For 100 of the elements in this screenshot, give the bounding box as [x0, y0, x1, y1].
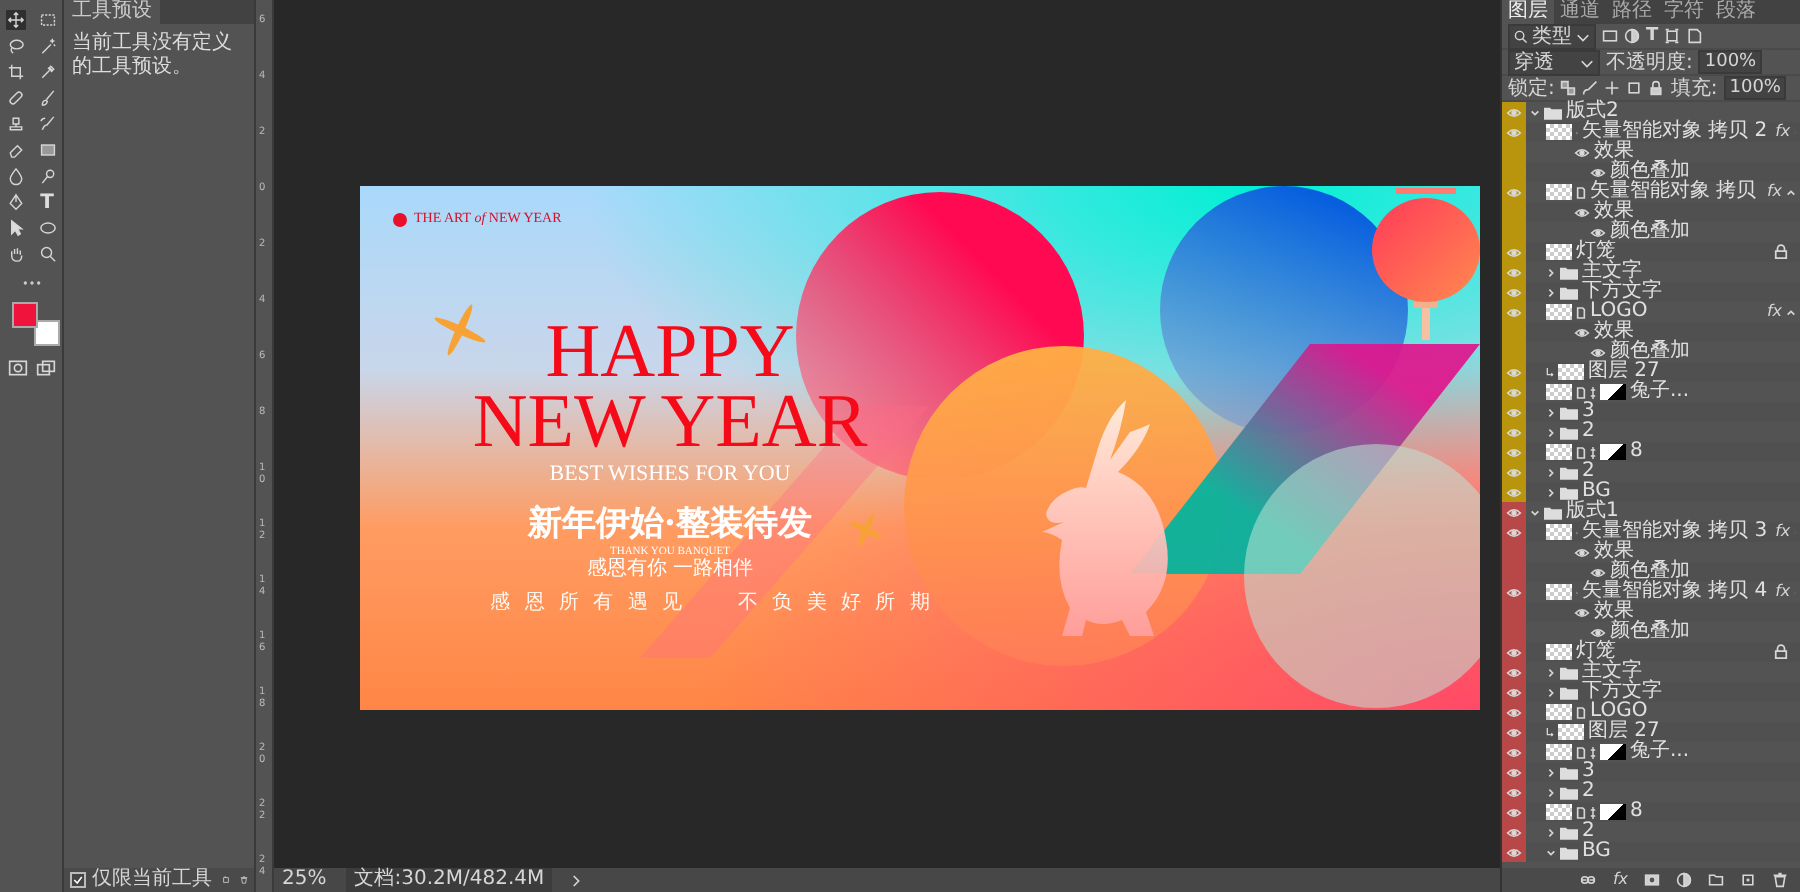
fill-field[interactable]: 100%	[1723, 76, 1787, 100]
zoom-icon[interactable]	[37, 244, 57, 264]
panel-tab[interactable]: 段落	[1710, 0, 1762, 24]
type-filter[interactable]: T	[1646, 26, 1659, 46]
droplet-icon[interactable]	[5, 166, 25, 186]
lock-icon[interactable]	[1648, 80, 1665, 96]
layer-name[interactable]: 图层 27	[1588, 362, 1664, 382]
move-icon[interactable]	[5, 10, 25, 30]
eye-icon[interactable]	[1574, 607, 1590, 617]
chevron-icon[interactable]	[1546, 427, 1556, 437]
new-preset-icon[interactable]	[222, 872, 230, 888]
gradient-icon[interactable]	[37, 140, 57, 160]
layer-name[interactable]: 下方文字	[1582, 282, 1666, 302]
chevron-icon[interactable]	[1546, 687, 1556, 697]
link-icon[interactable]	[1580, 872, 1597, 888]
new-layer-icon[interactable]	[1740, 872, 1756, 888]
eye-icon[interactable]	[1590, 627, 1606, 637]
panel-tab[interactable]: 路径	[1606, 0, 1658, 24]
chevron-icon[interactable]	[1546, 267, 1556, 277]
stamp-icon[interactable]	[5, 114, 25, 134]
crop-icon[interactable]	[5, 62, 25, 82]
layer-name[interactable]: BG	[1582, 482, 1615, 502]
blend-mode-dropdown[interactable]: 穿透	[1508, 49, 1600, 75]
eye-icon[interactable]	[1574, 207, 1590, 217]
chevron-icon[interactable]	[1546, 827, 1556, 837]
layer-name[interactable]: 矢量智能对象 拷贝 4	[1581, 582, 1772, 602]
eye-icon[interactable]	[1574, 547, 1590, 557]
layer-name[interactable]: 图层 27	[1588, 722, 1664, 742]
eraser-icon[interactable]	[5, 140, 25, 160]
eye-icon[interactable]	[1590, 167, 1606, 177]
checker-lock-icon[interactable]	[1560, 80, 1577, 96]
chevron-icon[interactable]	[1530, 507, 1540, 517]
mask-icon[interactable]	[1644, 872, 1660, 888]
quick-mask-icon[interactable]	[7, 358, 27, 378]
layer-name[interactable]: 兔子...	[1630, 382, 1694, 402]
chevron-icon[interactable]	[1546, 407, 1556, 417]
background-color-swatch[interactable]	[33, 320, 59, 346]
layer-name[interactable]: 矢量智能对象 拷贝	[1590, 182, 1761, 202]
visibility-cell[interactable]	[1502, 482, 1526, 502]
layer-name[interactable]: 2	[1582, 822, 1599, 842]
visibility-cell[interactable]	[1502, 102, 1526, 122]
layer-name[interactable]: 主文字	[1582, 662, 1646, 682]
checkbox[interactable]	[70, 872, 86, 888]
more-tools-icon[interactable]	[21, 280, 41, 286]
shape-filter-icon[interactable]	[1664, 28, 1681, 44]
layer-name[interactable]: 版式1	[1566, 502, 1623, 522]
layer-name[interactable]: 8	[1630, 442, 1647, 462]
foreground-color-swatch[interactable]	[11, 302, 37, 328]
layer-name[interactable]: 下方文字	[1582, 682, 1666, 702]
smart-object-filter-icon[interactable]	[1686, 28, 1703, 44]
chevron-icon[interactable]	[1546, 287, 1556, 297]
chevron-icon[interactable]	[1546, 467, 1556, 477]
visibility-cell[interactable]	[1502, 842, 1526, 862]
chevron-icon[interactable]	[1546, 667, 1556, 677]
dodge-icon[interactable]	[37, 166, 57, 186]
arrow-pointer-icon[interactable]	[5, 218, 25, 238]
layer-name[interactable]: 2	[1582, 782, 1599, 802]
opacity-field[interactable]: 100%	[1698, 50, 1763, 74]
trash-icon[interactable]	[240, 872, 248, 888]
layer-name[interactable]: 主文字	[1582, 262, 1646, 282]
eye-icon[interactable]	[1574, 327, 1590, 337]
brush-lock-icon[interactable]	[1582, 80, 1599, 96]
panel-tab[interactable]: 通道	[1554, 0, 1606, 24]
lasso-icon[interactable]	[5, 36, 25, 56]
adjustment-icon[interactable]	[1676, 872, 1692, 888]
eye-icon[interactable]	[1590, 347, 1606, 357]
chevron-icon[interactable]	[1530, 107, 1540, 117]
layer-name[interactable]: 灯笼	[1576, 642, 1620, 662]
chevron-icon[interactable]	[1546, 487, 1556, 497]
brush-icon[interactable]	[37, 88, 57, 108]
ellipse-icon[interactable]	[37, 218, 57, 238]
folder-icon[interactable]	[1708, 872, 1724, 888]
add-style-button[interactable]: fx	[1612, 870, 1628, 890]
filter-dropdown[interactable]: 类型	[1508, 23, 1596, 49]
adjustment-filter-icon[interactable]	[1624, 28, 1640, 44]
chevron-icon[interactable]	[1546, 847, 1556, 857]
layer-name[interactable]: 2	[1582, 422, 1599, 442]
chevron-icon[interactable]	[1546, 787, 1556, 797]
layer-name[interactable]: 矢量智能对象 拷贝 3	[1581, 522, 1772, 542]
chevron-right-icon[interactable]	[572, 873, 583, 887]
zoom-level[interactable]: 25%	[282, 868, 327, 892]
layer-name[interactable]: 灯笼	[1576, 242, 1620, 262]
move-lock-icon[interactable]	[1604, 80, 1621, 96]
layer-name[interactable]: 版式2	[1566, 102, 1623, 122]
image-filter-icon[interactable]	[1602, 28, 1618, 44]
eye-icon[interactable]	[1574, 147, 1590, 157]
layer-name[interactable]: 3	[1582, 762, 1599, 782]
layer-name[interactable]: 兔子...	[1630, 742, 1694, 762]
eye-icon[interactable]	[1590, 227, 1606, 237]
visibility-cell[interactable]	[1502, 502, 1526, 522]
hand-icon[interactable]	[5, 244, 25, 264]
magic-wand-icon[interactable]	[37, 36, 57, 56]
layer-name[interactable]: 3	[1582, 402, 1599, 422]
trash-icon[interactable]	[1772, 872, 1788, 888]
bandage-icon[interactable]	[5, 88, 25, 108]
history-brush-icon[interactable]	[37, 114, 57, 134]
selection-rectangle-icon[interactable]	[37, 10, 57, 30]
panel-tab[interactable]: 图层	[1502, 0, 1554, 24]
artboard-lock-icon[interactable]	[1626, 80, 1643, 96]
layer-name[interactable]: BG	[1582, 842, 1615, 862]
